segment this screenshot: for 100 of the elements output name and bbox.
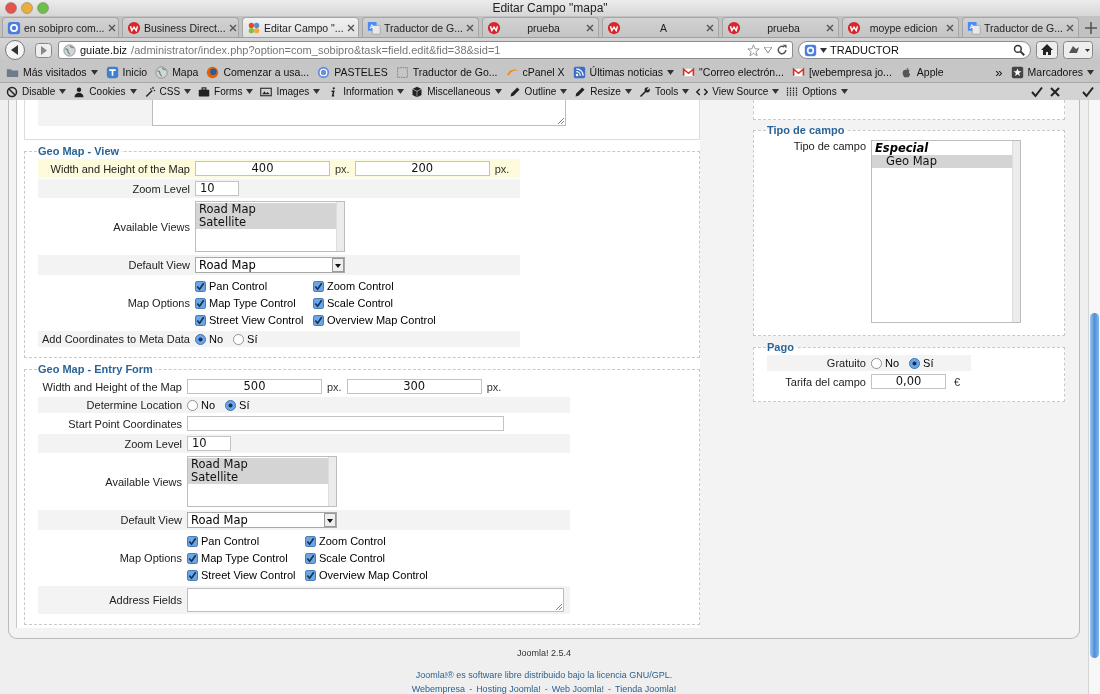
- checkbox[interactable]: [313, 280, 324, 292]
- reload-icon[interactable]: [776, 44, 788, 56]
- close-icon[interactable]: [586, 23, 594, 32]
- toolbar-menu[interactable]: Options: [786, 85, 848, 98]
- footer-link[interactable]: Web Joomla!: [551, 684, 604, 694]
- checkbox-label[interactable]: Map Type Control: [201, 552, 288, 564]
- caret-icon[interactable]: [667, 69, 675, 75]
- checkbox[interactable]: [195, 297, 206, 309]
- address-field[interactable]: guiate.biz /administrator/index.php?option=com_sobipro&task=field.edit&fid=38&sid=1: [58, 41, 793, 59]
- input-field[interactable]: 200: [354, 161, 490, 176]
- forward-button[interactable]: [35, 41, 53, 59]
- toolbar-menu[interactable]: View Source: [696, 85, 780, 98]
- caret-icon[interactable]: [90, 69, 98, 75]
- radio-label[interactable]: Sí: [247, 333, 258, 345]
- list-option[interactable]: Satellite: [196, 216, 336, 229]
- dropdown-select[interactable]: Road Map: [187, 512, 337, 528]
- checkbox-label[interactable]: Zoom Control: [319, 535, 386, 547]
- radio-button[interactable]: [195, 333, 206, 345]
- browser-tab[interactable]: prueba: [482, 17, 599, 37]
- checkbox[interactable]: [305, 552, 316, 564]
- radio-label[interactable]: Sí: [239, 399, 250, 411]
- checkbox-label[interactable]: Street View Control: [201, 569, 296, 581]
- caret-icon[interactable]: [246, 89, 254, 94]
- checkbox-label[interactable]: Overview Map Control: [327, 314, 436, 326]
- toolbar-menu[interactable]: Miscellaneous: [411, 85, 502, 98]
- radio-label[interactable]: No: [209, 333, 224, 345]
- checkbox-label[interactable]: Street View Control: [209, 314, 304, 326]
- search-icon[interactable]: [1013, 44, 1025, 56]
- radio-button[interactable]: [871, 357, 882, 369]
- caret-icon[interactable]: [184, 89, 192, 94]
- browser-tab[interactable]: prueba: [722, 17, 839, 37]
- bookmark-item[interactable]: Inicio: [105, 65, 148, 79]
- bookmark-item[interactable]: Apple: [899, 65, 944, 79]
- checkbox[interactable]: [305, 535, 316, 547]
- browser-tab[interactable]: Traductor de G...: [362, 17, 479, 37]
- caret-icon[interactable]: [397, 89, 405, 94]
- input-field[interactable]: [187, 416, 504, 431]
- check-icon[interactable]: [1082, 85, 1094, 98]
- home-button[interactable]: [1036, 41, 1058, 59]
- radio-label[interactable]: No: [201, 399, 216, 411]
- caret-icon[interactable]: [840, 89, 848, 94]
- toolbar-menu[interactable]: Cookies: [73, 85, 137, 98]
- caret-icon[interactable]: [682, 89, 690, 94]
- bookmark-item[interactable]: cPanel X: [505, 65, 565, 79]
- caret-icon[interactable]: [772, 89, 780, 94]
- list-box[interactable]: Road Map Satellite: [187, 456, 337, 507]
- toolbar-menu[interactable]: Disable: [6, 85, 67, 98]
- checkbox-label[interactable]: Overview Map Control: [319, 569, 428, 581]
- bookmark-item[interactable]: Últimas noticias: [572, 65, 675, 79]
- close-icon[interactable]: [346, 23, 355, 32]
- caret-icon[interactable]: [1087, 69, 1094, 75]
- bookmark-item[interactable]: Traductor de Go...: [395, 65, 498, 79]
- bookmark-item[interactable]: Comenzar a usa...: [206, 65, 310, 79]
- checkbox-label[interactable]: Scale Control: [319, 552, 386, 564]
- list-box[interactable]: Especial Geo Map: [871, 140, 1021, 323]
- bookmark-star-icon[interactable]: [747, 43, 760, 57]
- caret-icon[interactable]: [494, 89, 502, 94]
- list-option[interactable]: Geo Map: [872, 155, 1012, 168]
- footer-link[interactable]: Webempresa: [411, 684, 466, 694]
- input-field[interactable]: 10: [187, 436, 231, 451]
- caret-icon[interactable]: [560, 89, 568, 94]
- list-box[interactable]: Road Map Satellite: [195, 201, 345, 252]
- list-option[interactable]: Road Map: [188, 458, 328, 471]
- browser-tab[interactable]: moype edicion: [842, 17, 959, 37]
- checkbox-label[interactable]: Map Type Control: [209, 297, 296, 309]
- footer-link[interactable]: Tienda Joomla!: [615, 684, 677, 694]
- add-on-button[interactable]: [1063, 41, 1093, 59]
- check-icon[interactable]: [1031, 85, 1043, 98]
- scroll-track[interactable]: [1012, 141, 1020, 322]
- checkbox[interactable]: [195, 314, 206, 326]
- toolbar-menu[interactable]: Information: [327, 85, 405, 98]
- browser-tab[interactable]: en sobipro com...: [2, 17, 119, 37]
- close-icon[interactable]: [466, 23, 474, 32]
- input-field[interactable]: 400: [195, 161, 330, 176]
- close-icon[interactable]: [107, 23, 116, 32]
- bookmark-item[interactable]: [webempresa jo...: [791, 65, 892, 79]
- browser-tab[interactable]: A: [602, 17, 719, 37]
- radio-button[interactable]: [187, 399, 198, 411]
- toolbar-menu[interactable]: Forms: [198, 85, 254, 98]
- radio-label[interactable]: No: [885, 357, 900, 369]
- radio-button[interactable]: [225, 399, 237, 411]
- bookmarks-menu[interactable]: Marcadores: [1010, 65, 1094, 79]
- caret-icon[interactable]: [820, 47, 827, 53]
- close-icon[interactable]: [1050, 86, 1060, 97]
- browser-tab[interactable]: Editar Campo "...: [242, 17, 359, 37]
- radio-label[interactable]: Sí: [923, 357, 934, 369]
- checkbox[interactable]: [187, 535, 198, 547]
- browser-tab[interactable]: Business Direct...: [122, 17, 239, 37]
- checkbox[interactable]: [313, 314, 324, 326]
- radio-button[interactable]: [909, 357, 921, 369]
- radio-button[interactable]: [233, 333, 245, 345]
- close-icon[interactable]: [946, 23, 954, 32]
- new-tab-icon[interactable]: [1082, 19, 1100, 37]
- checkbox[interactable]: [305, 569, 316, 581]
- close-icon[interactable]: [1066, 23, 1074, 32]
- caret-icon[interactable]: [624, 89, 632, 94]
- caret-icon[interactable]: [59, 89, 67, 94]
- scroll-track[interactable]: [336, 202, 344, 251]
- toolbar-menu[interactable]: Tools: [638, 85, 690, 98]
- caret-icon[interactable]: [313, 89, 321, 94]
